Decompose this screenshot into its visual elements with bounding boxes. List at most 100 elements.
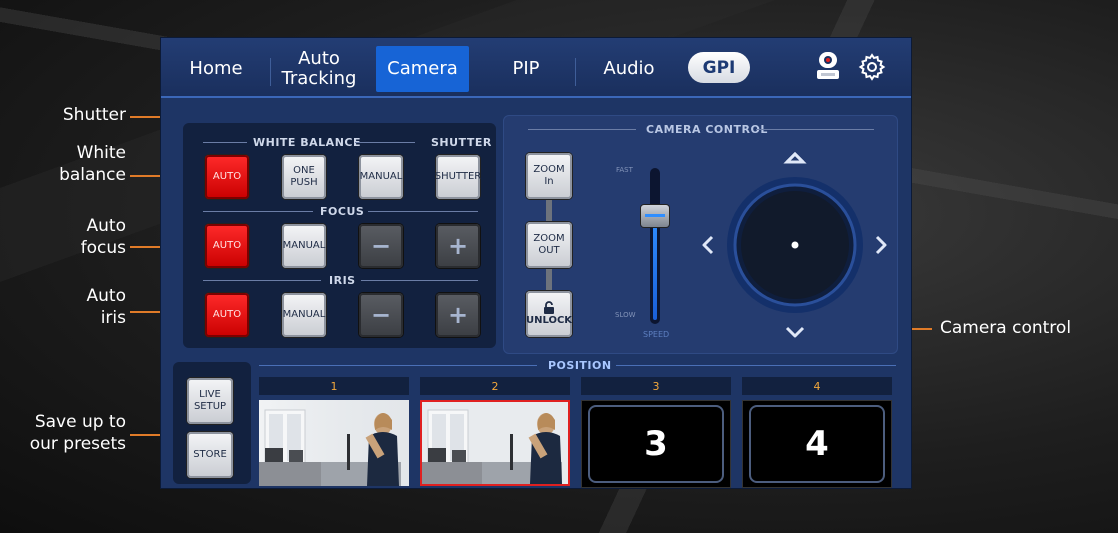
tab-audio-label: Audio — [603, 58, 655, 79]
preset-thumbnail-3[interactable]: 3 — [581, 400, 731, 488]
tab-home[interactable]: Home — [181, 46, 251, 92]
top-nav: Home Auto Tracking Camera PIP Audio GPI — [161, 38, 911, 98]
tilt-down-button[interactable] — [782, 321, 808, 341]
image-settings-panel: WHITE BALANCE SHUTTER AUTO ONE PUSH MANU… — [183, 123, 496, 348]
callout-auto-focus: Auto focus — [56, 215, 126, 259]
iris-plus-button[interactable]: + — [436, 293, 480, 337]
tab-audio[interactable]: Audio — [589, 46, 669, 92]
zoom-out-line1: ZOOM — [533, 233, 565, 244]
callout-af-line1: Auto — [86, 216, 126, 236]
preset-thumbnail-4[interactable]: 4 — [742, 400, 892, 488]
minus-icon: − — [370, 301, 392, 329]
plus-icon: + — [447, 301, 469, 329]
divider — [361, 280, 478, 281]
minus-icon: − — [370, 232, 392, 260]
tab-auto-tracking-line2: Tracking — [281, 68, 357, 89]
focus-title: FOCUS — [320, 205, 365, 218]
gpi-button[interactable]: GPI — [688, 52, 750, 83]
focus-auto-label: AUTO — [212, 240, 242, 251]
plus-icon: + — [447, 232, 469, 260]
pan-left-button[interactable] — [700, 234, 720, 260]
preset-number: 3 — [652, 379, 660, 393]
focus-plus-button[interactable]: + — [436, 224, 480, 268]
live-setup-button[interactable]: LIVE SETUP — [187, 378, 233, 424]
presenter-photo — [259, 400, 409, 486]
callout-camera-control: Camera control — [940, 317, 1090, 339]
focus-minus-button[interactable]: − — [359, 224, 403, 268]
zoom-in-button[interactable]: ZOOM In — [526, 153, 572, 199]
tab-pip-label: PIP — [512, 58, 540, 79]
speed-fast-label: FAST — [616, 166, 633, 174]
wb-manual-label: MANUAL — [359, 171, 403, 182]
speed-slow-label: SLOW — [615, 311, 636, 319]
iris-manual-button[interactable]: MANUAL — [282, 293, 326, 337]
preset-empty-number: 3 — [588, 405, 724, 483]
preset-number: 4 — [813, 379, 821, 393]
preset-header-4: 4 — [742, 377, 892, 395]
focus-manual-button[interactable]: MANUAL — [282, 224, 326, 268]
live-setup-line1: LIVE — [199, 389, 221, 400]
shutter-button[interactable]: SHUTTER — [434, 155, 482, 199]
pan-right-button[interactable] — [870, 234, 890, 260]
divider — [355, 142, 415, 143]
wb-one-push-line1: ONE — [293, 165, 315, 176]
gear-icon[interactable] — [858, 53, 886, 81]
presenter-photo — [420, 400, 570, 486]
shutter-title: SHUTTER — [431, 136, 492, 149]
callout-shutter-text: Shutter — [62, 105, 126, 125]
unlock-label: UNLOCK — [525, 315, 573, 326]
tab-camera[interactable]: Camera — [376, 46, 469, 92]
iris-manual-label: MANUAL — [282, 309, 326, 320]
callout-presets-line2: our presets — [29, 434, 126, 454]
position-title: POSITION — [548, 359, 612, 372]
store-button[interactable]: STORE — [187, 432, 233, 478]
iris-title: IRIS — [329, 274, 356, 287]
shutter-label: SHUTTER — [434, 171, 482, 182]
white-balance-title: WHITE BALANCE — [253, 136, 361, 149]
callout-presets-line1: Save up to — [34, 412, 126, 432]
preset-number: 2 — [491, 379, 499, 393]
camera-control-title: CAMERA CONTROL — [646, 123, 768, 136]
divider — [203, 280, 321, 281]
focus-auto-button[interactable]: AUTO — [205, 224, 249, 268]
wb-auto-label: AUTO — [212, 171, 242, 182]
preset-thumbnail-2[interactable] — [420, 400, 570, 486]
camera-control-panel: CAMERA CONTROL ZOOM In ZOOM OUT UNLOCK F… — [503, 115, 898, 354]
tab-home-label: Home — [189, 58, 243, 79]
focus-manual-label: MANUAL — [282, 240, 326, 251]
divider — [203, 142, 247, 143]
divider — [528, 129, 636, 130]
nav-separator — [270, 58, 271, 86]
preset-number: 1 — [330, 379, 338, 393]
tab-auto-tracking[interactable]: Auto Tracking — [273, 46, 365, 92]
ptz-camera-icon[interactable] — [815, 51, 841, 81]
tab-pip[interactable]: PIP — [486, 46, 566, 92]
preset-thumbnail-1[interactable] — [259, 400, 409, 486]
ptz-joystick[interactable] — [700, 152, 890, 342]
speed-slider-track[interactable] — [650, 168, 660, 324]
zoom-in-line1: ZOOM — [533, 164, 565, 175]
live-setup-line2: SETUP — [193, 401, 227, 412]
handle-grip — [645, 214, 665, 218]
wb-manual-button[interactable]: MANUAL — [359, 155, 403, 199]
store-label: STORE — [193, 449, 227, 460]
callout-ai-line1: Auto — [86, 286, 126, 306]
callout-shutter: Shutter — [56, 104, 126, 126]
preset-header-3: 3 — [581, 377, 731, 395]
divider — [756, 129, 874, 130]
callout-ai-line2: iris — [100, 308, 126, 328]
tilt-up-button[interactable] — [782, 151, 808, 171]
speed-slider-handle[interactable] — [641, 205, 669, 228]
wb-auto-button[interactable]: AUTO — [205, 155, 249, 199]
camera-app-window: Home Auto Tracking Camera PIP Audio GPI — [161, 38, 911, 488]
zoom-out-line2: OUT — [538, 245, 560, 256]
unlock-button[interactable]: UNLOCK — [526, 291, 572, 337]
iris-auto-button[interactable]: AUTO — [205, 293, 249, 337]
iris-minus-button[interactable]: − — [359, 293, 403, 337]
callout-white-balance: White balance — [56, 142, 126, 186]
callout-wb-line1: White — [76, 143, 126, 163]
zoom-out-button[interactable]: ZOOM OUT — [526, 222, 572, 268]
speed-slider-fill — [653, 216, 657, 320]
wb-one-push-button[interactable]: ONE PUSH — [282, 155, 326, 199]
unlock-icon — [544, 301, 554, 314]
